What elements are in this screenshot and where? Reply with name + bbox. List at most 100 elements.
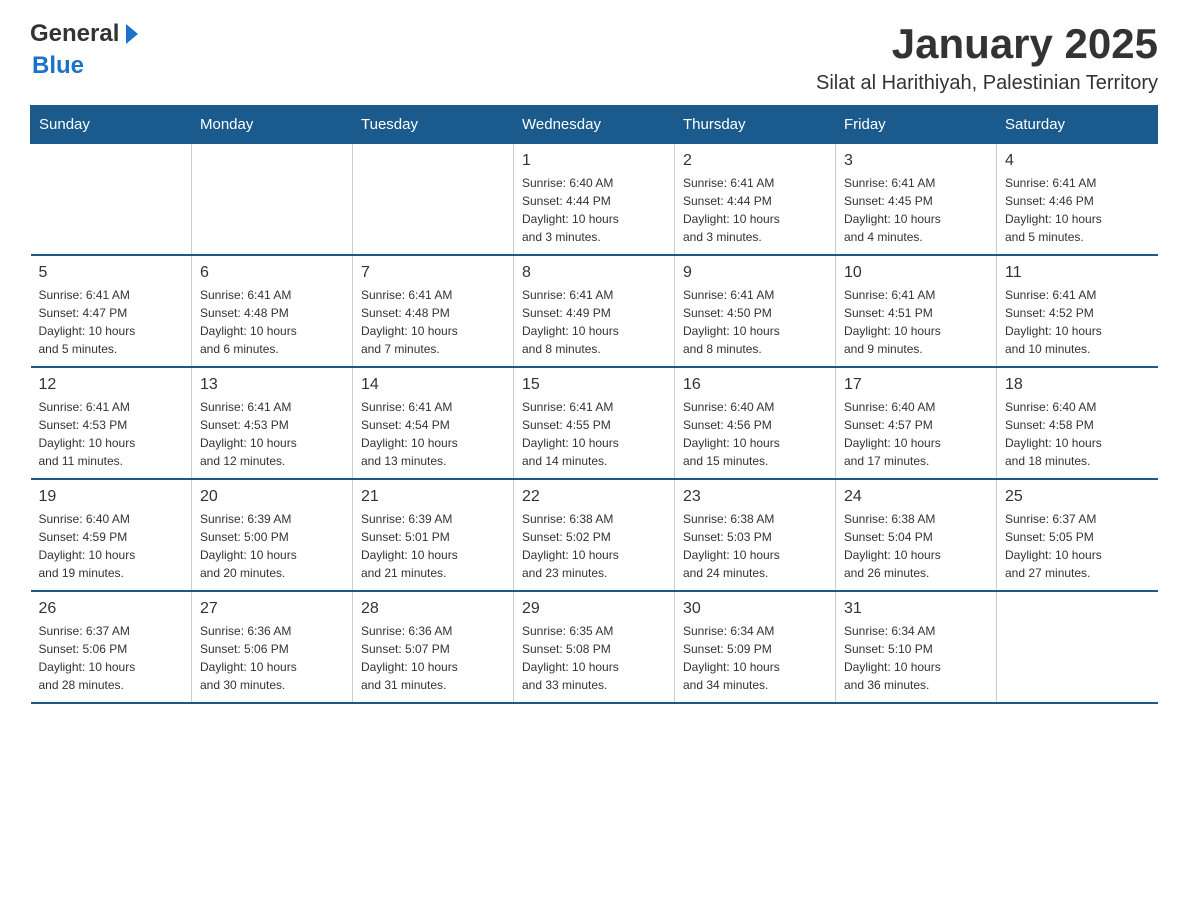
day-number: 3 xyxy=(844,152,988,170)
calendar-table: SundayMondayTuesdayWednesdayThursdayFrid… xyxy=(30,105,1158,704)
day-number: 9 xyxy=(683,264,827,282)
calendar-cell xyxy=(997,591,1158,703)
calendar-cell: 4Sunrise: 6:41 AMSunset: 4:46 PMDaylight… xyxy=(997,144,1158,256)
title-block: January 2025 Silat al Harithiyah, Palest… xyxy=(816,20,1158,95)
calendar-cell: 5 Sunrise: 6:41 AMSunset: 4:47 PMDaylight… xyxy=(31,255,192,367)
calendar-cell: 27 Sunrise: 6:36 AMSunset: 5:06 PMDayligh… xyxy=(192,591,353,703)
day-info: Sunrise: 6:40 AMSunset: 4:59 PMDaylight:… xyxy=(39,510,184,582)
day-number: 30 xyxy=(683,600,827,618)
calendar-cell: 16 Sunrise: 6:40 AMSunset: 4:56 PMDayligh… xyxy=(675,367,836,479)
calendar-cell: 3 Sunrise: 6:41 AMSunset: 4:45 PMDaylight… xyxy=(836,144,997,256)
day-info: Sunrise: 6:41 AMSunset: 4:46 PMDaylight:… xyxy=(1005,174,1150,246)
calendar-cell: 2Sunrise: 6:41 AMSunset: 4:44 PMDaylight… xyxy=(675,144,836,256)
day-number: 15 xyxy=(522,376,666,394)
day-number: 26 xyxy=(39,600,184,618)
day-number: 22 xyxy=(522,488,666,506)
day-number: 24 xyxy=(844,488,988,506)
day-number: 18 xyxy=(1005,376,1150,394)
calendar-cell: 1 Sunrise: 6:40 AMSunset: 4:44 PMDaylight… xyxy=(514,144,675,256)
calendar-cell: 9 Sunrise: 6:41 AMSunset: 4:50 PMDaylight… xyxy=(675,255,836,367)
day-number: 25 xyxy=(1005,488,1150,506)
day-number: 27 xyxy=(200,600,344,618)
day-info: Sunrise: 6:41 AMSunset: 4:47 PMDaylight:… xyxy=(39,286,184,358)
calendar-cell: 22 Sunrise: 6:38 AMSunset: 5:02 PMDayligh… xyxy=(514,479,675,591)
calendar-cell: 30 Sunrise: 6:34 AMSunset: 5:09 PMDayligh… xyxy=(675,591,836,703)
day-info: Sunrise: 6:41 AMSunset: 4:54 PMDaylight:… xyxy=(361,398,505,470)
day-number: 13 xyxy=(200,376,344,394)
day-number: 20 xyxy=(200,488,344,506)
calendar-week-5: 26 Sunrise: 6:37 AMSunset: 5:06 PMDayligh… xyxy=(31,591,1158,703)
calendar-cell: 26 Sunrise: 6:37 AMSunset: 5:06 PMDayligh… xyxy=(31,591,192,703)
day-info: Sunrise: 6:41 AMSunset: 4:51 PMDaylight:… xyxy=(844,286,988,358)
weekday-header-monday: Monday xyxy=(192,106,353,144)
calendar-cell: 18 Sunrise: 6:40 AMSunset: 4:58 PMDayligh… xyxy=(997,367,1158,479)
day-info: Sunrise: 6:38 AMSunset: 5:03 PMDaylight:… xyxy=(683,510,827,582)
weekday-header-thursday: Thursday xyxy=(675,106,836,144)
weekday-header-friday: Friday xyxy=(836,106,997,144)
day-info: Sunrise: 6:37 AMSunset: 5:05 PMDaylight:… xyxy=(1005,510,1150,582)
day-number: 31 xyxy=(844,600,988,618)
day-info: Sunrise: 6:37 AMSunset: 5:06 PMDaylight:… xyxy=(39,622,184,694)
calendar-week-3: 12Sunrise: 6:41 AMSunset: 4:53 PMDayligh… xyxy=(31,367,1158,479)
calendar-cell: 11Sunrise: 6:41 AMSunset: 4:52 PMDayligh… xyxy=(997,255,1158,367)
day-info: Sunrise: 6:41 AMSunset: 4:55 PMDaylight:… xyxy=(522,398,666,470)
day-info: Sunrise: 6:41 AMSunset: 4:48 PMDaylight:… xyxy=(200,286,344,358)
day-number: 23 xyxy=(683,488,827,506)
calendar-cell: 23 Sunrise: 6:38 AMSunset: 5:03 PMDayligh… xyxy=(675,479,836,591)
logo-triangle-icon xyxy=(126,24,138,44)
day-number: 16 xyxy=(683,376,827,394)
day-info: Sunrise: 6:39 AMSunset: 5:01 PMDaylight:… xyxy=(361,510,505,582)
weekday-header-saturday: Saturday xyxy=(997,106,1158,144)
day-info: Sunrise: 6:41 AMSunset: 4:53 PMDaylight:… xyxy=(200,398,344,470)
day-number: 6 xyxy=(200,264,344,282)
calendar-cell: 8Sunrise: 6:41 AMSunset: 4:49 PMDaylight… xyxy=(514,255,675,367)
weekday-header-row: SundayMondayTuesdayWednesdayThursdayFrid… xyxy=(31,106,1158,144)
calendar-cell: 13 Sunrise: 6:41 AMSunset: 4:53 PMDayligh… xyxy=(192,367,353,479)
day-number: 10 xyxy=(844,264,988,282)
calendar-cell: 28 Sunrise: 6:36 AMSunset: 5:07 PMDayligh… xyxy=(353,591,514,703)
day-number: 1 xyxy=(522,152,666,170)
day-info: Sunrise: 6:40 AMSunset: 4:44 PMDaylight:… xyxy=(522,174,666,246)
day-info: Sunrise: 6:41 AMSunset: 4:53 PMDaylight:… xyxy=(39,398,184,470)
day-info: Sunrise: 6:41 AMSunset: 4:50 PMDaylight:… xyxy=(683,286,827,358)
day-number: 28 xyxy=(361,600,505,618)
day-number: 14 xyxy=(361,376,505,394)
day-number: 21 xyxy=(361,488,505,506)
calendar-cell: 14 Sunrise: 6:41 AMSunset: 4:54 PMDayligh… xyxy=(353,367,514,479)
day-info: Sunrise: 6:38 AMSunset: 5:04 PMDaylight:… xyxy=(844,510,988,582)
calendar-cell xyxy=(353,144,514,256)
calendar-cell xyxy=(31,144,192,256)
day-info: Sunrise: 6:38 AMSunset: 5:02 PMDaylight:… xyxy=(522,510,666,582)
day-info: Sunrise: 6:40 AMSunset: 4:58 PMDaylight:… xyxy=(1005,398,1150,470)
day-number: 7 xyxy=(361,264,505,282)
day-info: Sunrise: 6:36 AMSunset: 5:06 PMDaylight:… xyxy=(200,622,344,694)
calendar-cell xyxy=(192,144,353,256)
day-number: 29 xyxy=(522,600,666,618)
calendar-cell: 31 Sunrise: 6:34 AMSunset: 5:10 PMDayligh… xyxy=(836,591,997,703)
logo-text-general: General xyxy=(30,20,119,48)
calendar-week-1: 1 Sunrise: 6:40 AMSunset: 4:44 PMDaylight… xyxy=(31,144,1158,256)
calendar-week-4: 19Sunrise: 6:40 AMSunset: 4:59 PMDayligh… xyxy=(31,479,1158,591)
page-title: January 2025 xyxy=(816,20,1158,68)
calendar-cell: 25 Sunrise: 6:37 AMSunset: 5:05 PMDayligh… xyxy=(997,479,1158,591)
calendar-cell: 19Sunrise: 6:40 AMSunset: 4:59 PMDayligh… xyxy=(31,479,192,591)
day-info: Sunrise: 6:34 AMSunset: 5:09 PMDaylight:… xyxy=(683,622,827,694)
calendar-cell: 29Sunrise: 6:35 AMSunset: 5:08 PMDayligh… xyxy=(514,591,675,703)
calendar-week-2: 5 Sunrise: 6:41 AMSunset: 4:47 PMDaylight… xyxy=(31,255,1158,367)
day-info: Sunrise: 6:34 AMSunset: 5:10 PMDaylight:… xyxy=(844,622,988,694)
calendar-cell: 12Sunrise: 6:41 AMSunset: 4:53 PMDayligh… xyxy=(31,367,192,479)
day-number: 5 xyxy=(39,264,184,282)
day-info: Sunrise: 6:40 AMSunset: 4:56 PMDaylight:… xyxy=(683,398,827,470)
weekday-header-tuesday: Tuesday xyxy=(353,106,514,144)
weekday-header-sunday: Sunday xyxy=(31,106,192,144)
day-info: Sunrise: 6:41 AMSunset: 4:45 PMDaylight:… xyxy=(844,174,988,246)
day-number: 11 xyxy=(1005,264,1150,282)
logo-text-blue: Blue xyxy=(30,52,203,80)
day-info: Sunrise: 6:40 AMSunset: 4:57 PMDaylight:… xyxy=(844,398,988,470)
page-header: General Blue January 2025 Silat al Harit… xyxy=(30,20,1158,95)
day-info: Sunrise: 6:36 AMSunset: 5:07 PMDaylight:… xyxy=(361,622,505,694)
calendar-cell: 7Sunrise: 6:41 AMSunset: 4:48 PMDaylight… xyxy=(353,255,514,367)
calendar-cell: 6 Sunrise: 6:41 AMSunset: 4:48 PMDaylight… xyxy=(192,255,353,367)
day-number: 8 xyxy=(522,264,666,282)
page-subtitle: Silat al Harithiyah, Palestinian Territo… xyxy=(816,72,1158,95)
